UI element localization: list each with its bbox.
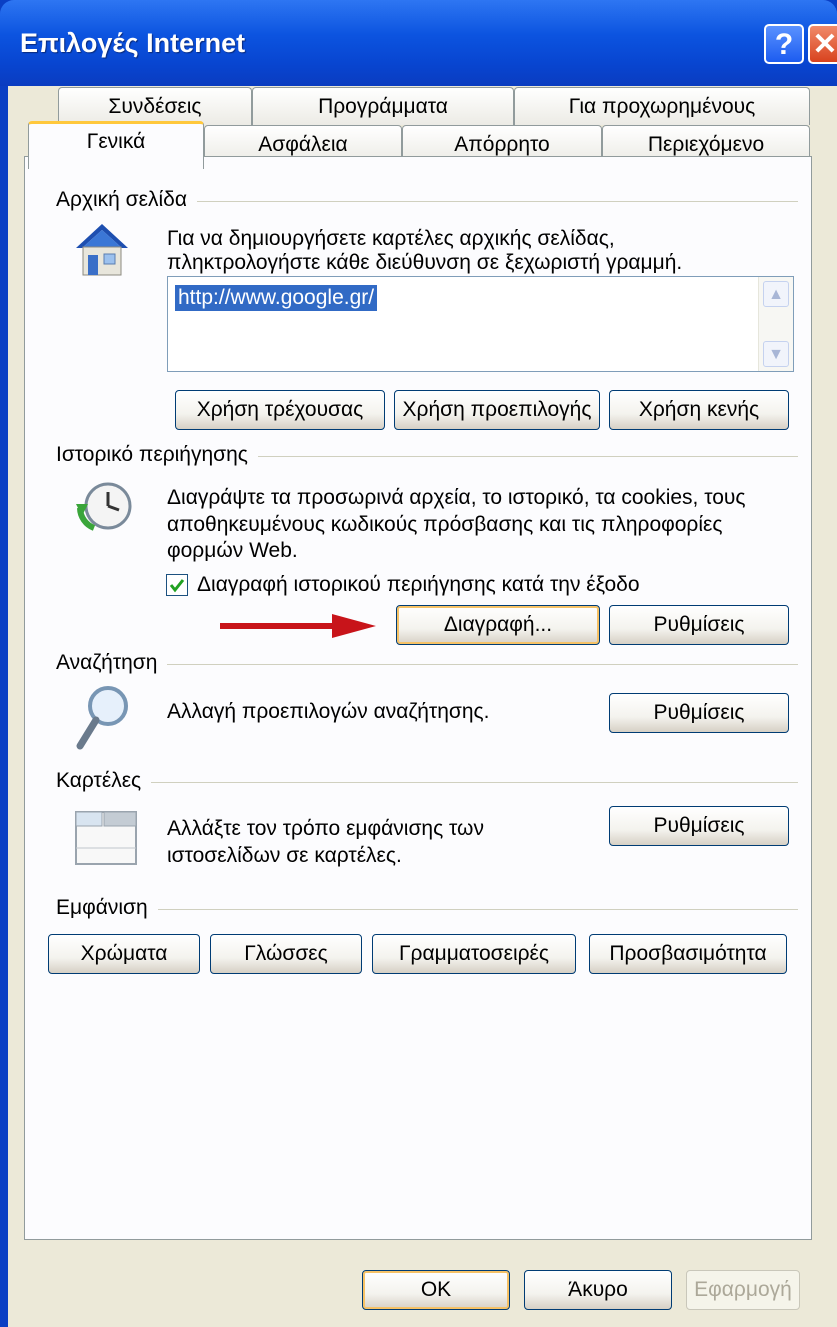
- ok-button[interactable]: OK: [362, 1270, 510, 1310]
- tabs-window-icon: [74, 810, 138, 866]
- use-blank-button[interactable]: Χρήση κενής: [609, 390, 789, 430]
- tab-general[interactable]: Γενικά: [28, 121, 204, 169]
- window-title: Επιλογές Internet: [20, 28, 246, 58]
- internet-options-window: Επιλογές Internet ? ✕ Συνδέσεις Προγράμμ…: [0, 0, 837, 1327]
- delete-history-button[interactable]: Διαγραφή...: [396, 605, 600, 645]
- home-icon: [72, 222, 132, 278]
- divider: [56, 782, 798, 783]
- tab-advanced[interactable]: Για προχωρημένους: [514, 87, 810, 125]
- search-heading: Αναζήτηση: [56, 651, 168, 675]
- search-settings-button[interactable]: Ρυθμίσεις: [609, 693, 789, 733]
- tabs-description-line2: ιστοσελίδων σε καρτέλες.: [167, 844, 402, 867]
- scroll-down-icon[interactable]: ▼: [763, 341, 789, 367]
- history-description-line3: φορμών Web.: [167, 539, 298, 562]
- use-current-button[interactable]: Χρήση τρέχουσας: [175, 390, 385, 430]
- home-instructions-line1: Για να δημιουργήσετε καρτέλες αρχικής σε…: [167, 227, 615, 250]
- scroll-up-icon[interactable]: ▲: [763, 281, 789, 307]
- checkmark-icon: [169, 579, 185, 593]
- tabs-heading: Καρτέλες: [56, 769, 152, 793]
- history-clock-icon: [74, 478, 134, 536]
- home-instructions-line2: πληκτρολογήστε κάθε διεύθυνση σε ξεχωρισ…: [167, 251, 683, 274]
- divider: [56, 909, 798, 910]
- browsing-history-heading: Ιστορικό περιήγησης: [56, 443, 258, 467]
- delete-on-exit-checkbox[interactable]: [166, 574, 188, 596]
- history-description-line2: αποθηκευμένους κωδικούς πρόσβασης και τι…: [167, 513, 723, 536]
- accessibility-button[interactable]: Προσβασιμότητα: [589, 934, 787, 974]
- home-page-heading: Αρχική σελίδα: [56, 188, 197, 212]
- home-page-url: http://www.google.gr/: [175, 285, 378, 311]
- tabs-settings-button[interactable]: Ρυθμίσεις: [609, 806, 789, 846]
- magnifier-icon: [74, 682, 134, 754]
- search-description: Αλλαγή προεπιλογών αναζήτησης.: [167, 700, 490, 723]
- history-description-line1: Διαγράψτε τα προσωρινά αρχεία, το ιστορι…: [167, 486, 746, 509]
- textarea-scrollbar[interactable]: ▲ ▼: [758, 277, 793, 371]
- use-default-button[interactable]: Χρήση προεπιλογής: [394, 390, 600, 430]
- cancel-button[interactable]: Άκυρο: [524, 1270, 672, 1310]
- delete-on-exit-label[interactable]: Διαγραφή ιστορικού περιήγησης κατά την έ…: [197, 571, 640, 598]
- history-settings-button[interactable]: Ρυθμίσεις: [609, 605, 789, 645]
- home-page-urls-textarea[interactable]: http://www.google.gr/ ▲ ▼: [167, 276, 794, 372]
- fonts-button[interactable]: Γραμματοσειρές: [372, 934, 576, 974]
- apply-button[interactable]: Εφαρμογή: [686, 1270, 800, 1310]
- appearance-heading: Εμφάνιση: [56, 896, 158, 920]
- tab-connections[interactable]: Συνδέσεις: [58, 87, 252, 125]
- languages-button[interactable]: Γλώσσες: [210, 934, 362, 974]
- colors-button[interactable]: Χρώματα: [48, 934, 200, 974]
- tab-programs[interactable]: Προγράμματα: [252, 87, 514, 125]
- help-button[interactable]: ?: [764, 24, 804, 64]
- red-arrow-icon: [220, 612, 380, 642]
- close-button[interactable]: ✕: [808, 24, 837, 64]
- tabs-description-line1: Αλλάξτε τον τρόπο εμφάνισης των: [167, 817, 484, 840]
- title-bar[interactable]: Επιλογές Internet ? ✕: [0, 0, 837, 86]
